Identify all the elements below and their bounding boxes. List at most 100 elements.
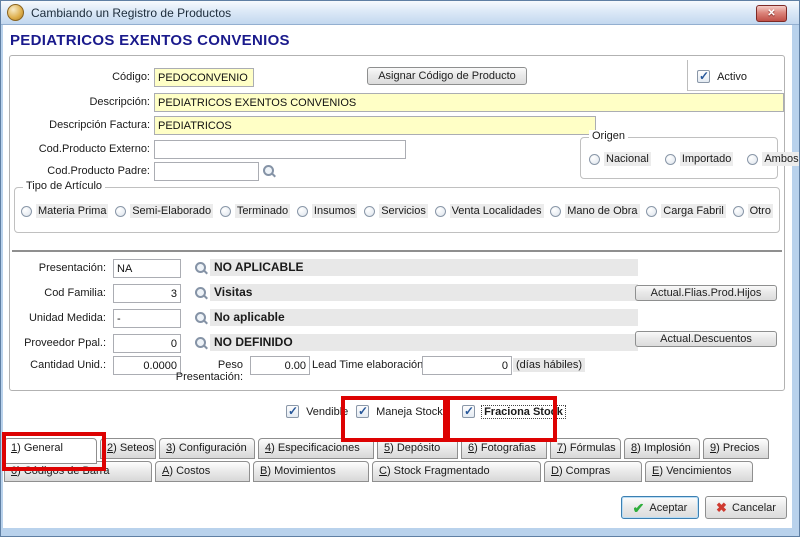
fraciona-stock-checkbox[interactable]: Fraciona Stock — [462, 405, 565, 418]
descripcion-input[interactable] — [154, 93, 784, 112]
lookup-icon[interactable] — [194, 336, 208, 350]
radio-label: Importado — [680, 152, 734, 166]
activo-label: Activo — [717, 71, 747, 83]
vendible-checkbox[interactable]: Vendible — [286, 405, 348, 418]
radio-icon — [435, 206, 446, 217]
codigo-label: Código: — [10, 71, 150, 83]
maneja-stock-label: Maneja Stock — [376, 406, 443, 418]
radio-label: Carga Fabril — [661, 204, 726, 218]
radio-icon — [115, 206, 126, 217]
section-divider — [12, 250, 782, 253]
codigo-input[interactable] — [154, 68, 254, 87]
cod-padre-input[interactable] — [154, 162, 259, 181]
radio-label: Servicios — [379, 204, 428, 218]
lookup-icon[interactable] — [194, 286, 208, 300]
descripcion-label: Descripción: — [10, 96, 150, 108]
tab-a-costos[interactable]: A) Costos — [155, 461, 250, 482]
tab-c-stock-fragmentado[interactable]: C) Stock Fragmentado — [372, 461, 541, 482]
detail-row-unidad-medida: Unidad Medida:No aplicable — [10, 308, 786, 333]
radio-venta-localidades[interactable]: Venta Localidades — [435, 204, 544, 218]
tab-2-seteos[interactable]: 2) Seteos — [100, 438, 156, 459]
tipo-articulo-title: Tipo de Artículo — [23, 180, 105, 192]
tab-row-2: 0) Códigos de BarraA) CostosB) Movimient… — [4, 461, 756, 482]
window-title: Cambiando un Registro de Productos — [31, 6, 231, 20]
radio-icon — [550, 206, 561, 217]
radio-nacional[interactable]: Nacional — [589, 152, 651, 166]
tipo-articulo-groupbox: Tipo de Artículo Materia PrimaSemi-Elabo… — [14, 187, 780, 233]
radio-terminado[interactable]: Terminado — [220, 204, 290, 218]
radio-insumos[interactable]: Insumos — [297, 204, 358, 218]
lookup-icon[interactable] — [194, 261, 208, 275]
descripcion-factura-label: Descripción Factura: — [10, 119, 150, 131]
tab-9-precios[interactable]: 9) Precios — [703, 438, 769, 459]
radio-icon — [646, 206, 657, 217]
radio-servicios[interactable]: Servicios — [364, 204, 428, 218]
proveedor-ppal-display: NO DEFINIDO — [210, 334, 638, 351]
cod-externo-label: Cod.Producto Externo: — [10, 143, 150, 155]
unidad-medida-label: Unidad Medida: — [10, 312, 106, 324]
tab-3-configuraci-n[interactable]: 3) Configuración — [159, 438, 255, 459]
peso-input[interactable] — [250, 356, 310, 375]
radio-icon — [21, 206, 32, 217]
checkbox-icon — [697, 70, 710, 83]
close-button[interactable]: ✕ — [756, 5, 787, 22]
radio-carga-fabril[interactable]: Carga Fabril — [646, 204, 726, 218]
radio-materia-prima[interactable]: Materia Prima — [21, 204, 108, 218]
tipo-articulo-options: Materia Prima Semi-Elaborado Terminado Insu… — [21, 204, 773, 218]
titlebar: Cambiando un Registro de Productos ✕ — [1, 1, 799, 25]
radio-semi-elaborado[interactable]: Semi-Elaborado — [115, 204, 213, 218]
actual-flias-button[interactable]: Actual.Flias.Prod.Hijos — [635, 285, 777, 301]
tab-0-c-digos-de-barra[interactable]: 0) Códigos de Barra — [4, 461, 152, 482]
radio-icon — [747, 154, 758, 165]
unidad-medida-input[interactable] — [113, 309, 181, 328]
proveedor-ppal-label: Proveedor Ppal.: — [10, 337, 106, 349]
form-panel: Código: Asignar Código de Producto Activ… — [9, 55, 785, 391]
cod-externo-input[interactable] — [154, 140, 406, 159]
radio-mano-de-obra[interactable]: Mano de Obra — [550, 204, 639, 218]
tab-d-compras[interactable]: D) Compras — [544, 461, 642, 482]
lookup-icon[interactable] — [262, 164, 276, 178]
origen-groupbox: Origen NacionalImportadoAmbos — [580, 137, 778, 179]
cantidad-label: Cantidad Unid.: — [0, 359, 106, 371]
tab-6-fotografias[interactable]: 6) Fotografias — [461, 438, 547, 459]
aceptar-button[interactable]: ✔ Aceptar — [621, 496, 699, 519]
page-title: PEDIATRICOS EXENTOS CONVENIOS — [10, 32, 290, 49]
leadtime-label: Lead Time elaboración: — [312, 359, 426, 371]
tab-5-dep-sito[interactable]: 5) Depósito — [377, 438, 458, 459]
presentacion-label: Presentación: — [10, 262, 106, 274]
cod-familia-input[interactable] — [113, 284, 181, 303]
presentacion-input[interactable] — [113, 259, 181, 278]
x-icon: ✖ — [716, 501, 727, 514]
asignar-codigo-button[interactable]: Asignar Código de Producto — [367, 67, 527, 85]
radio-importado[interactable]: Importado — [665, 152, 734, 166]
tab-8-implosi-n[interactable]: 8) Implosión — [624, 438, 700, 459]
activo-checkbox[interactable]: Activo — [697, 70, 747, 83]
aceptar-label: Aceptar — [649, 502, 687, 514]
cod-familia-display: Visitas — [210, 284, 638, 301]
tab-b-movimientos[interactable]: B) Movimientos — [253, 461, 369, 482]
radio-label: Mano de Obra — [565, 204, 639, 218]
radio-icon — [220, 206, 231, 217]
radio-icon — [589, 154, 600, 165]
cancelar-label: Cancelar — [732, 502, 776, 514]
leadtime-input[interactable] — [422, 356, 512, 375]
radio-icon — [297, 206, 308, 217]
tab-1-general[interactable]: 1) General — [4, 438, 97, 464]
check-icon: ✔ — [633, 501, 645, 515]
lookup-icon[interactable] — [194, 311, 208, 325]
tab-e-vencimientos[interactable]: E) Vencimientos — [645, 461, 753, 482]
tab-4-especificaciones[interactable]: 4) Especificaciones — [258, 438, 374, 459]
descripcion-factura-input[interactable] — [154, 116, 596, 135]
proveedor-ppal-input[interactable] — [113, 334, 181, 353]
radio-otro[interactable]: Otro — [733, 204, 773, 218]
radio-ambos[interactable]: Ambos — [747, 152, 800, 166]
radio-label: Materia Prima — [36, 204, 108, 218]
tab-7-f-rmulas[interactable]: 7) Fórmulas — [550, 438, 621, 459]
radio-label: Insumos — [312, 204, 358, 218]
cancelar-button[interactable]: ✖ Cancelar — [705, 496, 787, 519]
cod-familia-label: Cod Familia: — [10, 287, 106, 299]
actual-descuentos-button[interactable]: Actual.Descuentos — [635, 331, 777, 347]
detail-row-presentacion: Presentación:NO APLICABLE — [10, 258, 786, 283]
radio-label: Terminado — [235, 204, 290, 218]
maneja-stock-checkbox[interactable]: Maneja Stock — [356, 405, 443, 418]
